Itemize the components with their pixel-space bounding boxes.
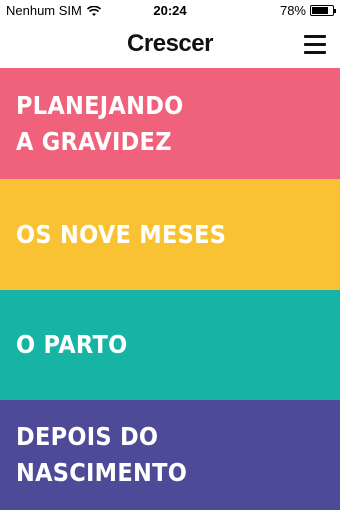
section-o-parto[interactable]: O PARTO (0, 290, 340, 400)
section-label: OS NOVE MESES (16, 219, 227, 249)
menu-line (304, 43, 326, 46)
battery-icon (310, 5, 336, 16)
section-os-nove-meses[interactable]: OS NOVE MESES (0, 179, 340, 290)
section-depois-do-nascimento[interactable]: DEPOIS DO NASCIMENTO (0, 400, 340, 510)
section-planejando-a-gravidez[interactable]: PLANEJANDO A GRAVIDEZ (0, 68, 340, 179)
section-label: DEPOIS DO NASCIMENTO (16, 422, 188, 487)
status-bar: Nenhum SIM 20:24 78% (0, 0, 340, 22)
section-label: O PARTO (16, 330, 128, 359)
section-label: PLANEJANDO A GRAVIDEZ (16, 90, 184, 156)
hamburger-menu-icon[interactable] (304, 35, 326, 55)
battery-fill (312, 7, 328, 14)
status-right: 78% (279, 3, 336, 18)
menu-line (304, 51, 326, 54)
battery-percent: 78% (279, 3, 306, 18)
battery-tip (334, 9, 336, 13)
app-title: Crescer (127, 30, 213, 57)
nav-bar: Crescer (0, 22, 340, 68)
menu-line (304, 35, 326, 38)
section-list: PLANEJANDO A GRAVIDEZ OS NOVE MESES O PA… (0, 68, 340, 510)
